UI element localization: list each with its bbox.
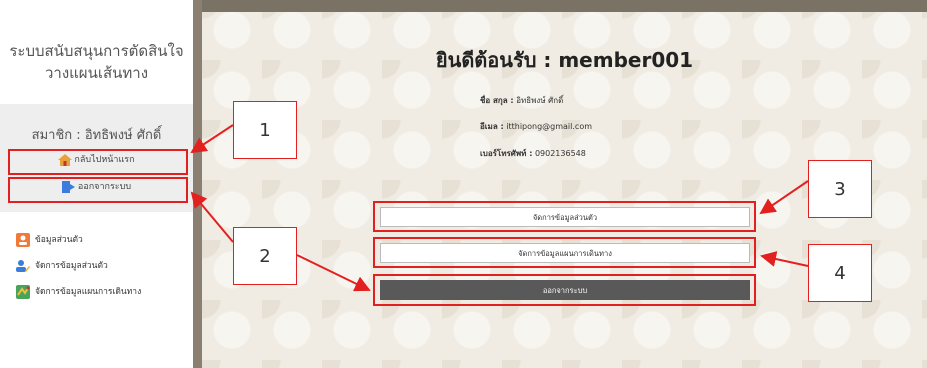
phone-value: 0902136548 xyxy=(534,149,586,158)
sidebar-divider xyxy=(193,0,202,368)
welcome-heading: ยินดีต้อนรับ : member001 xyxy=(435,48,694,72)
name-label: ชื่อ สกุล : xyxy=(480,96,514,105)
highlight-manage-profile xyxy=(373,201,756,232)
menu-item-profile-label: ข้อมูลส่วนตัว xyxy=(35,235,83,245)
menu-item-manage-profile[interactable]: จัดการข้อมูลส่วนตัว xyxy=(16,258,108,273)
menu-item-manage-plan[interactable]: จัดการข้อมูลแผนการเดินทาง xyxy=(16,284,141,299)
top-bar xyxy=(202,0,927,12)
callout-4: 4 xyxy=(808,244,872,302)
name-info: ชื่อ สกุล : อิทธิพงษ์ ศักดิ์ xyxy=(480,94,563,107)
email-value: itthipong@gmail.com xyxy=(506,122,593,131)
app-title-line2: วางแผนเส้นทาง xyxy=(44,64,149,82)
highlight-logout-button xyxy=(373,274,756,306)
callout-2: 2 xyxy=(233,227,297,285)
member-name: สมาชิก : อิทธิพงษ์ ศักดิ์ xyxy=(31,128,162,143)
app-title: ระบบสนับสนุนการตัดสินใจ วางแผนเส้นทาง xyxy=(0,40,193,84)
email-label: อีเมล : xyxy=(480,122,504,131)
highlight-home-link xyxy=(8,149,188,175)
menu-item-manage-profile-label: จัดการข้อมูลส่วนตัว xyxy=(35,261,108,271)
edit-user-icon xyxy=(16,259,30,273)
callout-3: 3 xyxy=(808,160,872,218)
phone-label: เบอร์โทรศัพท์ : xyxy=(480,149,533,158)
phone-info: เบอร์โทรศัพท์ : 0902136548 xyxy=(480,147,586,160)
name-value: อิทธิพงษ์ ศักดิ์ xyxy=(516,96,564,105)
highlight-logout-link xyxy=(8,177,188,203)
highlight-manage-plan xyxy=(373,237,756,268)
app-title-line1: ระบบสนับสนุนการตัดสินใจ xyxy=(9,42,184,60)
email-info: อีเมล : itthipong@gmail.com xyxy=(480,120,592,133)
menu-item-profile[interactable]: ข้อมูลส่วนตัว xyxy=(16,232,83,247)
map-icon xyxy=(16,284,30,299)
user-icon xyxy=(16,232,30,247)
menu-item-manage-plan-label: จัดการข้อมูลแผนการเดินทาง xyxy=(35,287,142,297)
callout-1: 1 xyxy=(233,101,297,159)
